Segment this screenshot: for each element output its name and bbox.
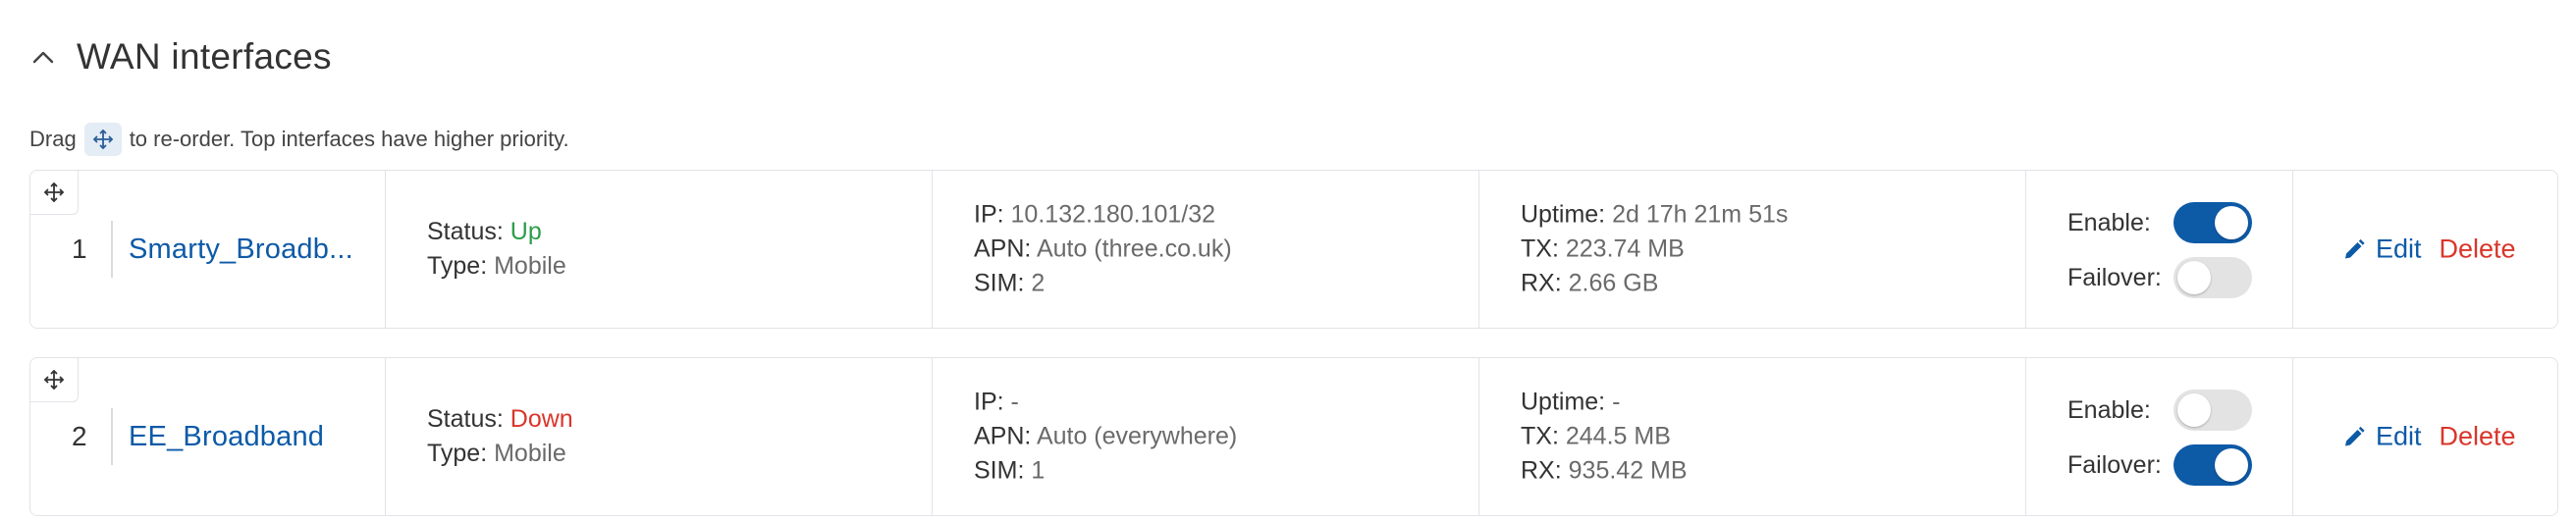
traffic-cell: Uptime: 2d 17h 21m 51s TX: 223.74 MB RX:…	[1478, 171, 2025, 328]
interface-name-link[interactable]: EE_Broadband	[129, 421, 324, 453]
failover-toggle[interactable]	[2174, 257, 2252, 298]
type-label: Type:	[427, 252, 488, 280]
rx-label: RX:	[1521, 456, 1562, 485]
interface-name-link[interactable]: Smarty_Broadb...	[129, 234, 353, 266]
sim-value: 1	[1031, 456, 1046, 485]
drag-icon	[83, 123, 122, 156]
toggle-knob	[2215, 448, 2248, 482]
interface-row: 2 EE_Broadband Status: Down Type: Mobile…	[29, 357, 2558, 516]
uptime-value: 2d 17h 21m 51s	[1612, 200, 1789, 229]
ip-value: -	[1010, 388, 1019, 416]
chevron-up-icon[interactable]	[29, 43, 57, 71]
tx-label: TX:	[1521, 234, 1559, 263]
actions-cell: Edit Delete	[2292, 171, 2559, 328]
status-cell: Status: Down Type: Mobile	[385, 358, 932, 515]
hint-text-after: to re-order. Top interfaces have higher …	[129, 127, 569, 151]
uptime-label: Uptime:	[1521, 388, 1606, 416]
status-value: Down	[510, 405, 573, 433]
enable-toggle[interactable]	[2174, 390, 2252, 431]
tx-label: TX:	[1521, 422, 1559, 450]
pencil-icon	[2345, 426, 2365, 445]
enable-label: Enable:	[2067, 208, 2151, 236]
status-cell: Status: Up Type: Mobile	[385, 171, 932, 328]
uptime-label: Uptime:	[1521, 200, 1606, 229]
rx-value: 935.42 MB	[1568, 456, 1688, 485]
tx-value: 244.5 MB	[1565, 422, 1671, 450]
drag-handle-icon[interactable]	[30, 171, 79, 215]
apn-value: Auto (everywhere)	[1036, 422, 1238, 450]
actions-cell: Edit Delete	[2292, 358, 2559, 515]
traffic-cell: Uptime: - TX: 244.5 MB RX: 935.42 MB	[1478, 358, 2025, 515]
type-value: Mobile	[494, 252, 566, 280]
toggle-knob	[2177, 393, 2211, 427]
apn-label: APN:	[974, 234, 1032, 263]
enable-toggle[interactable]	[2174, 202, 2252, 243]
reorder-hint: Drag to re-order. Top interfaces have hi…	[29, 122, 569, 157]
ip-label: IP:	[974, 388, 1004, 416]
toggles-cell: Enable: Failover:	[2025, 171, 2292, 328]
sim-label: SIM:	[974, 456, 1025, 485]
failover-label: Failover:	[2067, 263, 2162, 291]
hint-text-before: Drag	[29, 127, 77, 151]
interface-row: 1 Smarty_Broadb... Status: Up Type: Mobi…	[29, 170, 2558, 329]
status-value: Up	[510, 218, 542, 245]
rx-label: RX:	[1521, 269, 1562, 297]
edit-button[interactable]: Edit	[2342, 422, 2422, 452]
pencil-icon	[2345, 238, 2365, 258]
apn-value: Auto (three.co.uk)	[1036, 234, 1232, 263]
type-label: Type:	[427, 440, 488, 467]
connection-cell: IP: 10.132.180.101/32 APN: Auto (three.c…	[932, 171, 1478, 328]
priority-number: 2	[72, 408, 113, 465]
edit-button[interactable]: Edit	[2342, 234, 2422, 265]
edit-label: Edit	[2376, 234, 2422, 264]
type-value: Mobile	[494, 440, 566, 467]
edit-label: Edit	[2376, 421, 2422, 451]
toggles-cell: Enable: Failover:	[2025, 358, 2292, 515]
status-label: Status:	[427, 405, 504, 433]
failover-toggle[interactable]	[2174, 444, 2252, 486]
delete-button[interactable]: Delete	[2440, 234, 2516, 265]
toggle-knob	[2177, 261, 2211, 294]
tx-value: 223.74 MB	[1565, 234, 1685, 263]
drag-handle-icon[interactable]	[30, 358, 79, 402]
wan-interfaces-page: WAN interfaces Drag to re-order. Top int…	[0, 0, 2576, 521]
ip-value: 10.132.180.101/32	[1010, 200, 1216, 229]
sim-value: 2	[1031, 269, 1046, 297]
ip-label: IP:	[974, 200, 1004, 229]
section-toggle[interactable]: WAN interfaces	[29, 29, 332, 84]
connection-cell: IP: - APN: Auto (everywhere) SIM: 1	[932, 358, 1478, 515]
uptime-value: -	[1612, 388, 1621, 416]
priority-number: 1	[72, 221, 113, 278]
interface-name-cell: 2 EE_Broadband	[30, 358, 385, 515]
apn-label: APN:	[974, 422, 1032, 450]
enable-label: Enable:	[2067, 395, 2151, 424]
rx-value: 2.66 GB	[1568, 269, 1659, 297]
toggle-knob	[2215, 206, 2248, 239]
section-title: WAN interfaces	[77, 36, 332, 77]
failover-label: Failover:	[2067, 450, 2162, 479]
interface-name-cell: 1 Smarty_Broadb...	[30, 171, 385, 328]
status-label: Status:	[427, 218, 504, 245]
sim-label: SIM:	[974, 269, 1025, 297]
delete-button[interactable]: Delete	[2440, 422, 2516, 452]
